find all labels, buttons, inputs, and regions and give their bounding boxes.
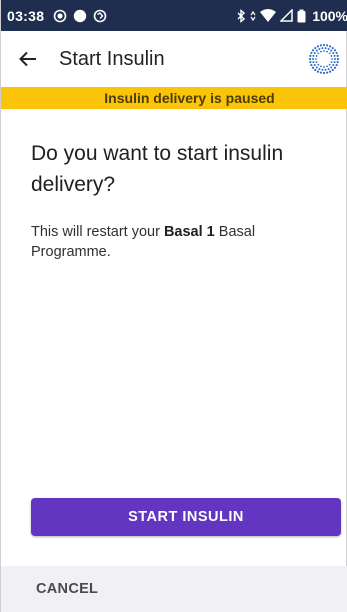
footer-bar: CANCEL xyxy=(1,566,347,612)
record-icon xyxy=(53,9,67,23)
battery-level: 100% xyxy=(312,7,347,24)
confirm-description: This will restart your Basal 1 Basal Pro… xyxy=(31,222,331,262)
signal-arrows-icon xyxy=(250,10,256,22)
confirm-heading: Do you want to start insulin delivery? xyxy=(31,142,284,196)
cancel-button[interactable]: CANCEL xyxy=(36,581,98,597)
cell-signal-icon xyxy=(280,9,293,22)
dot-icon xyxy=(73,9,87,23)
back-arrow-icon xyxy=(19,51,36,67)
paused-banner-text: Insulin delivery is paused xyxy=(104,90,275,106)
dotted-circle-logo-icon[interactable] xyxy=(308,43,340,75)
start-insulin-button[interactable]: START INSULIN xyxy=(31,498,341,536)
app-bar: Start Insulin xyxy=(1,31,347,87)
paused-banner: Insulin delivery is paused xyxy=(1,87,347,109)
bluetooth-icon xyxy=(236,8,246,23)
status-bar: 03:38 100% xyxy=(1,0,347,31)
page-title: Start Insulin xyxy=(59,47,165,70)
status-time: 03:38 xyxy=(7,7,45,24)
desc-prefix: This will restart your xyxy=(31,224,164,240)
status-left-icons xyxy=(53,9,113,23)
basal-program-name: Basal 1 xyxy=(163,224,215,240)
status-right-icons: 100% xyxy=(236,8,347,24)
back-button[interactable] xyxy=(15,46,41,72)
sync-icon xyxy=(93,9,107,23)
wifi-icon xyxy=(260,9,277,22)
battery-icon xyxy=(297,9,306,23)
